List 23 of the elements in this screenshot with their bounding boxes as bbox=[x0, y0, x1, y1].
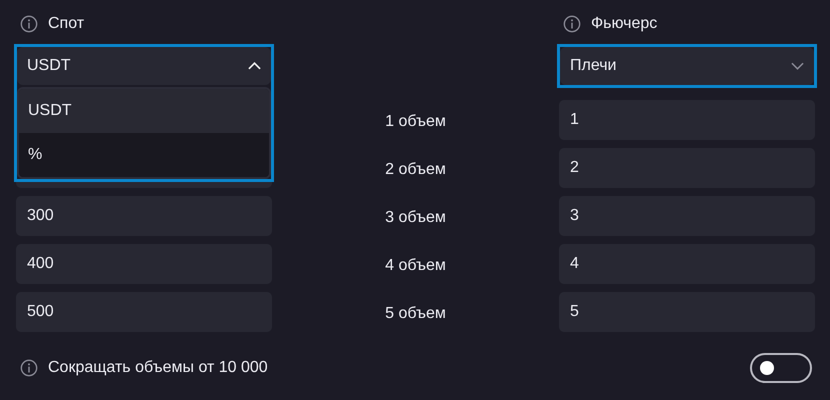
input-field[interactable]: 300 bbox=[16, 196, 272, 236]
info-icon[interactable] bbox=[20, 15, 38, 33]
input-field[interactable]: 400 bbox=[16, 244, 272, 284]
select-dropdown[interactable]: USDT bbox=[17, 47, 271, 85]
info-icon[interactable] bbox=[563, 15, 581, 33]
toggle-switch[interactable] bbox=[750, 353, 812, 383]
section-label: Спот bbox=[48, 14, 84, 34]
section-label: Фьючерс bbox=[591, 14, 658, 34]
row-label: 1 объем bbox=[385, 112, 446, 132]
input-field[interactable]: 3 bbox=[559, 196, 815, 236]
setting-label: Сокращать объемы от 10 000 bbox=[48, 358, 268, 378]
menu-item[interactable]: USDT bbox=[19, 89, 269, 133]
input-field[interactable]: 4 bbox=[559, 244, 815, 284]
input-field[interactable]: 2 bbox=[559, 148, 815, 188]
input-field[interactable]: 5 bbox=[559, 292, 815, 332]
info-icon[interactable] bbox=[20, 359, 38, 377]
row-label: 3 объем bbox=[385, 208, 446, 228]
input-field[interactable]: 1 bbox=[559, 100, 815, 140]
select-dropdown[interactable]: Плечи bbox=[560, 47, 814, 85]
input-field[interactable]: 500 bbox=[16, 292, 272, 332]
row-label: 4 объем bbox=[385, 256, 446, 276]
row-label: 2 объем bbox=[385, 160, 446, 180]
row-label: 5 объем bbox=[385, 304, 446, 324]
